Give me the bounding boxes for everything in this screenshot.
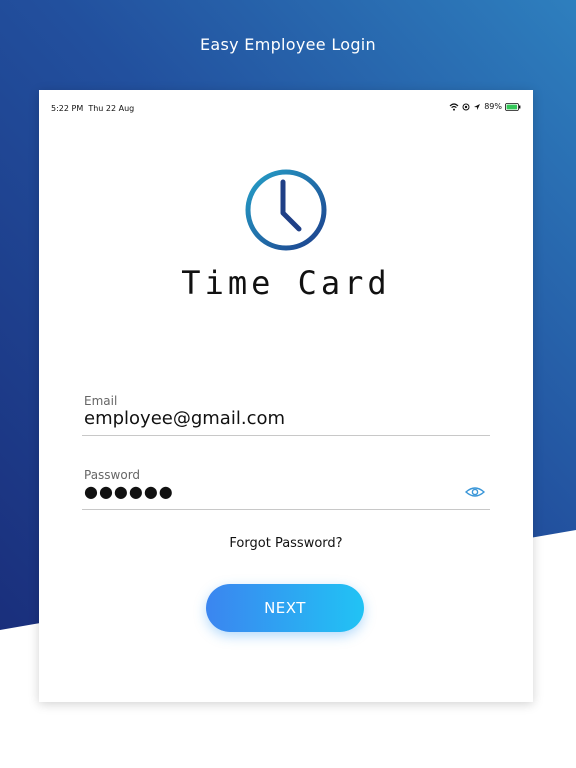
clock-icon — [245, 169, 327, 251]
next-button[interactable]: NEXT — [206, 584, 364, 632]
password-underline — [82, 509, 490, 510]
email-label: Email — [84, 394, 118, 408]
page-headline: Easy Employee Login — [200, 35, 376, 54]
navigation-arrow-icon — [474, 103, 481, 110]
battery-percent: 89% — [484, 102, 502, 111]
location-icon — [462, 103, 470, 110]
email-underline — [82, 435, 490, 436]
email-field[interactable]: employee@gmail.com — [84, 408, 285, 429]
status-clock: 5:22 PM — [51, 104, 84, 113]
status-indicators: 89% — [449, 102, 521, 111]
forgot-password-link[interactable]: Forgot Password? — [39, 536, 533, 551]
eye-icon[interactable] — [465, 486, 485, 498]
status-date: Thu 22 Aug — [88, 104, 135, 113]
password-label: Password — [84, 468, 141, 482]
battery-icon — [505, 102, 521, 111]
login-card: 5:22 PM Thu 22 Aug 89% Time Card Email e… — [39, 90, 533, 702]
password-field[interactable]: ●●●●●● — [84, 482, 174, 501]
status-time: 5:22 PM Thu 22 Aug — [51, 104, 134, 113]
status-bar: 5:22 PM Thu 22 Aug 89% — [39, 90, 533, 124]
brand-name: Time Card — [181, 264, 391, 302]
wifi-icon — [449, 102, 459, 111]
